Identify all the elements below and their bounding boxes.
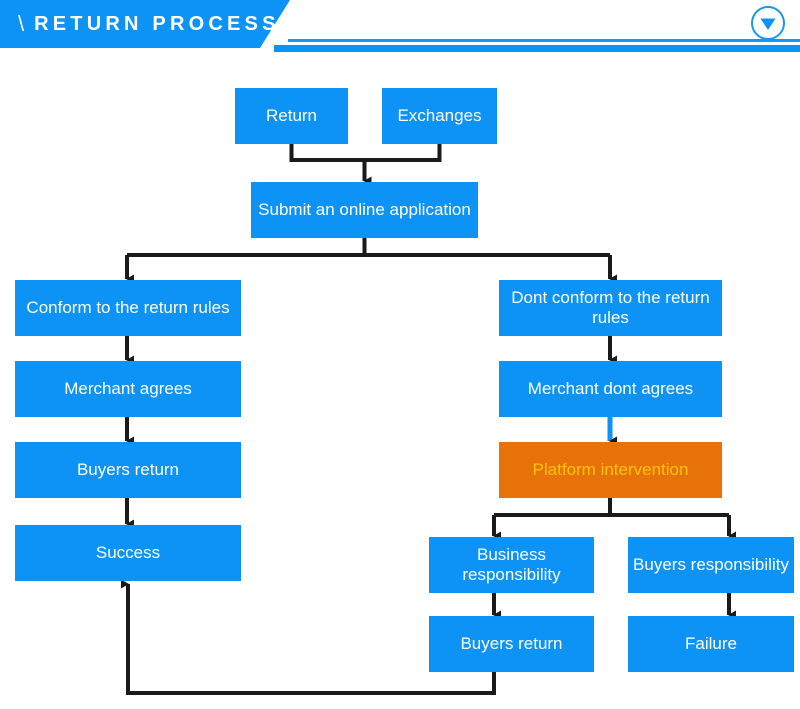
node-label: Buyers responsibility — [633, 555, 789, 575]
flowchart: Return Exchanges Submit an online applic… — [0, 0, 800, 709]
node-label: Business responsibility — [462, 545, 561, 584]
node-label: Buyers return — [460, 634, 563, 654]
node-merchant-dont-agrees[interactable]: Merchant dont agrees — [499, 361, 722, 417]
node-dont-conform-to-return-rules[interactable]: Dont conform to the return rules — [499, 280, 722, 336]
node-conform-to-return-rules[interactable]: Conform to the return rules — [15, 280, 241, 336]
node-label: Buyers return — [76, 460, 180, 480]
node-label: Exchanges — [397, 106, 482, 126]
node-failure[interactable]: Failure — [628, 616, 794, 672]
node-label: Submit an online application — [258, 200, 471, 220]
node-submit-online-application[interactable]: Submit an online application — [251, 182, 478, 238]
node-label: Merchant dont agrees — [527, 379, 694, 399]
node-label: Merchant agrees — [64, 379, 192, 399]
node-label: Conform to the return rules — [26, 298, 230, 318]
node-label: Return — [265, 106, 318, 126]
return-process-page: \ RETURN PROCESS Return Exchanges Submit… — [0, 0, 800, 709]
node-buyers-responsibility[interactable]: Buyers responsibility — [628, 537, 794, 593]
node-label: Platform intervention — [532, 460, 689, 480]
node-success[interactable]: Success — [15, 525, 241, 581]
node-return[interactable]: Return — [235, 88, 348, 144]
node-buyers-return-right[interactable]: Buyers return — [429, 616, 594, 672]
node-label: Failure — [685, 634, 737, 654]
node-label: Dont conform to the return rules — [511, 288, 710, 327]
node-buyers-return-left[interactable]: Buyers return — [15, 442, 241, 498]
node-platform-intervention[interactable]: Platform intervention — [499, 442, 722, 498]
node-merchant-agrees[interactable]: Merchant agrees — [15, 361, 241, 417]
node-business-responsibility[interactable]: Business responsibility — [429, 537, 594, 593]
node-label: Success — [95, 543, 161, 563]
node-exchanges[interactable]: Exchanges — [382, 88, 497, 144]
